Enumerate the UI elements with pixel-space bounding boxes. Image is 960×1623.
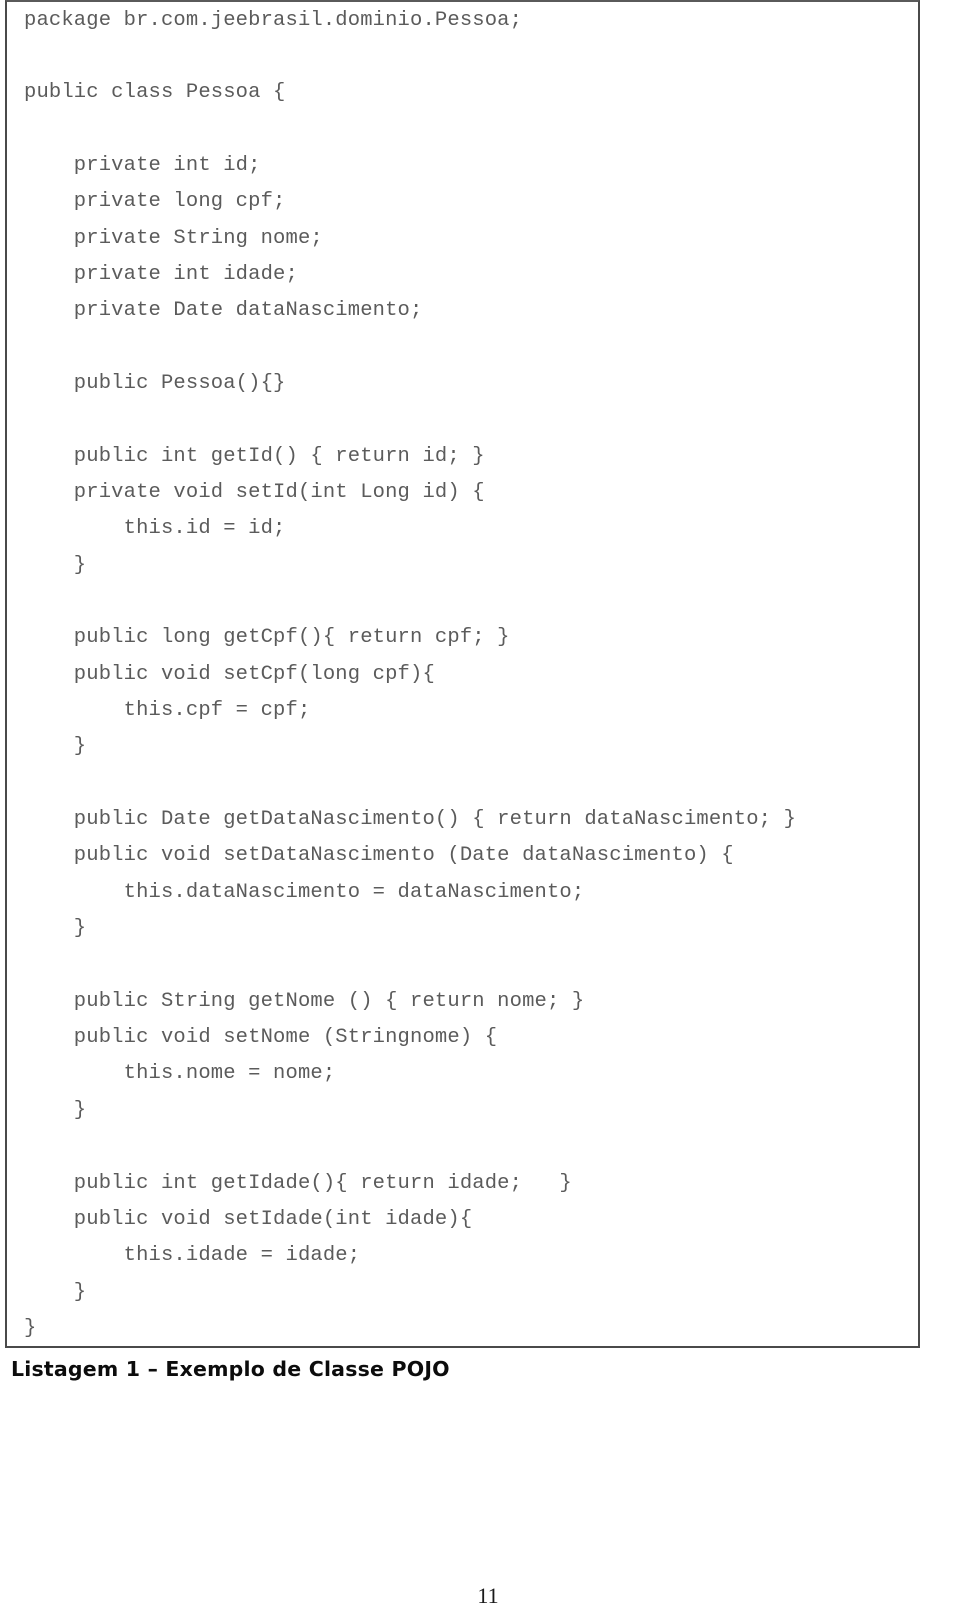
code-line: public int getId() { return id; } bbox=[24, 444, 485, 468]
code-line: private int idade; bbox=[24, 262, 298, 286]
code-line: public long getCpf(){ return cpf; } bbox=[24, 626, 510, 650]
figure-caption: Listagem 1 – Exemplo de Classe POJO bbox=[11, 1357, 450, 1381]
code-line: private Date dataNascimento; bbox=[24, 299, 423, 323]
code-line: this.dataNascimento = dataNascimento; bbox=[24, 880, 585, 904]
code-line: public void setIdade(int idade){ bbox=[24, 1207, 473, 1231]
code-line: private void setId(int Long id) { bbox=[24, 480, 485, 504]
code-line: public void setCpf(long cpf){ bbox=[24, 662, 435, 686]
code-line: } bbox=[24, 553, 87, 577]
code-line: this.cpf = cpf; bbox=[24, 699, 311, 723]
code-listing-text: package br.com.jeebrasil.dominio.Pessoa;… bbox=[7, 3, 918, 1347]
code-line: private long cpf; bbox=[24, 190, 286, 214]
code-line: public Pessoa(){} bbox=[24, 371, 286, 395]
code-line: public String getNome () { return nome; … bbox=[24, 989, 585, 1013]
code-line: public class Pessoa { bbox=[24, 81, 286, 105]
code-line: } bbox=[24, 1316, 37, 1340]
code-line: } bbox=[24, 735, 87, 759]
code-line: public Date getDataNascimento() { return… bbox=[24, 808, 797, 832]
page-number: 11 bbox=[477, 1583, 499, 1608]
code-line: public int getIdade(){ return idade; } bbox=[24, 1171, 572, 1195]
code-line: } bbox=[24, 917, 87, 941]
code-line: this.nome = nome; bbox=[24, 1062, 336, 1086]
code-listing-box: package br.com.jeebrasil.dominio.Pessoa;… bbox=[5, 0, 920, 1348]
code-line: private int id; bbox=[24, 153, 261, 177]
code-line: package br.com.jeebrasil.dominio.Pessoa; bbox=[24, 8, 523, 32]
code-line: this.idade = idade; bbox=[24, 1244, 361, 1268]
code-line: public void setNome (Stringnome) { bbox=[24, 1026, 498, 1050]
code-line: } bbox=[24, 1280, 87, 1304]
code-line: public void setDataNascimento (Date data… bbox=[24, 844, 734, 868]
code-line: } bbox=[24, 1098, 87, 1122]
code-line: this.id = id; bbox=[24, 517, 286, 541]
code-line: private String nome; bbox=[24, 226, 323, 250]
